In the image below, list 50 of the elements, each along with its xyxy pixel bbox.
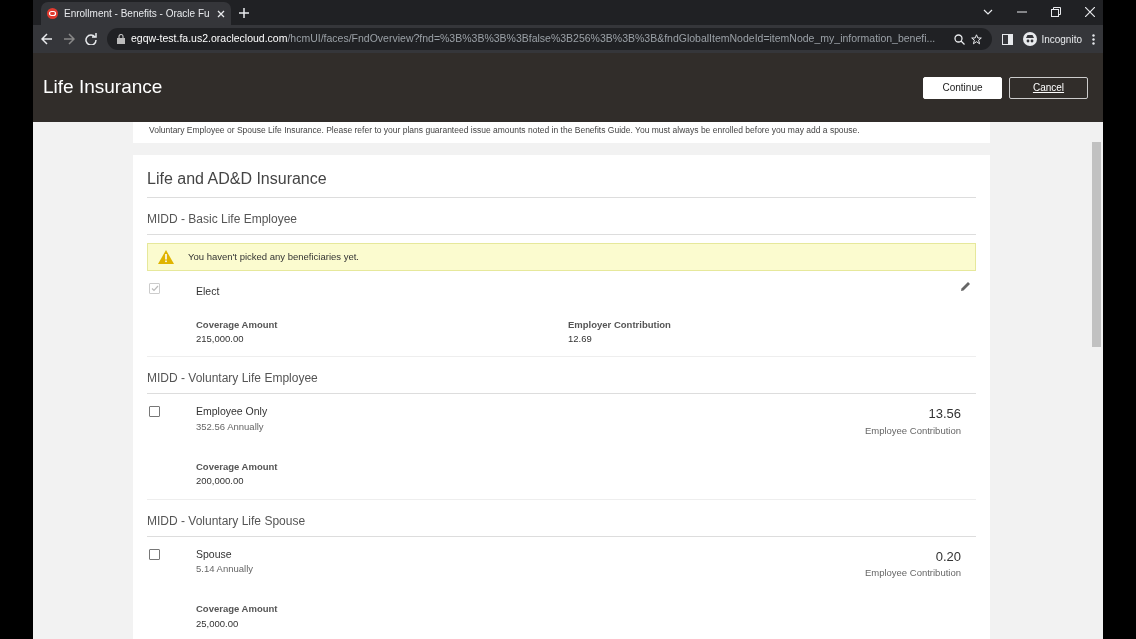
zoom-icon[interactable] (954, 33, 966, 45)
side-panel-icon[interactable] (1002, 33, 1014, 45)
detail-value: 215,000.00 (196, 332, 245, 346)
close-icon[interactable] (1085, 7, 1095, 17)
continue-button[interactable]: Continue (923, 76, 1002, 99)
back-icon[interactable] (41, 33, 53, 45)
checkbox[interactable] (149, 406, 160, 418)
annual-cost: 352.56 Annually (196, 420, 265, 434)
detail-label: Coverage Amount (196, 602, 279, 617)
tab-title: Enrollment - Benefits - Oracle Fu (64, 7, 211, 21)
notice-text: Voluntary Employee or Spouse Life Insurance. Please refer to your plans guaranteed issue amounts noted in the Benefits Guide. You must always be enrolled before you may add a spouse. (149, 124, 861, 137)
detail-value: 200,000.00 (196, 474, 245, 489)
browser-tab[interactable]: Enrollment - Benefits - Oracle Fu (41, 2, 231, 25)
site-icon (47, 8, 58, 19)
option-label: Employee Only (196, 404, 268, 420)
detail-value: 25,000.00 (196, 616, 240, 631)
url-text: egqw-test.fa.us2.oraclecloud.com/hcmUI/faces/FndOverview?fnd=%3B%3B%3B%3Bfalse%3B256%3B%3B%3B&fndGlobalItemNodeId=itemNode_my_information_benefi... (131, 31, 937, 47)
new-tab-icon[interactable] (239, 8, 249, 18)
detail-label: Coverage Amount (196, 460, 279, 474)
scrollbar-thumb[interactable] (1092, 142, 1101, 347)
lock-icon (117, 34, 125, 44)
reload-icon[interactable] (85, 33, 97, 45)
address-bar[interactable]: egqw-test.fa.us2.oraclecloud.com/hcmUI/faces/FndOverview?fnd=%3B%3B%3B%3Bfalse%3B256%3B%3B%3B&fndGlobalItemNodeId=itemNode_my_information_benefi... (107, 28, 993, 50)
contribution-label: Employee Contribution (864, 566, 961, 580)
section-title: Life and AD&D Insurance (147, 166, 976, 198)
restore-icon[interactable] (1051, 7, 1061, 17)
annual-cost: 5.14 Annually (196, 562, 254, 577)
plan-title: MIDD - Voluntary Life Employee (147, 357, 976, 395)
close-icon[interactable] (217, 9, 225, 18)
warning-text: You haven't picked any beneficiaries yet. (188, 249, 359, 264)
contribution-label: Employee Contribution (864, 423, 961, 438)
detail-label: Employer Contribution (568, 317, 672, 332)
cancel-button[interactable]: Cancel (1009, 76, 1088, 99)
plan-title: MIDD - Basic Life Employee (147, 197, 976, 235)
page-title: Life Insurance (43, 76, 164, 99)
option-label: Elect (196, 284, 220, 299)
chevron-down-icon[interactable] (983, 9, 993, 15)
star-icon[interactable] (971, 33, 983, 45)
profile-chip[interactable]: Incognito (1023, 31, 1082, 47)
warning-icon (158, 249, 174, 264)
forward-icon[interactable] (63, 33, 75, 45)
plan-title: MIDD - Voluntary Life Spouse (147, 499, 976, 537)
contribution-amount: 0.20 (934, 547, 961, 566)
more-icon[interactable] (1092, 33, 1095, 45)
incognito-icon (1023, 32, 1038, 46)
contribution-amount: 13.56 (927, 405, 961, 424)
checkbox[interactable] (149, 548, 160, 560)
detail-value: 12.69 (568, 332, 593, 346)
option-label: Spouse (196, 546, 233, 562)
detail-label: Coverage Amount (196, 317, 279, 332)
